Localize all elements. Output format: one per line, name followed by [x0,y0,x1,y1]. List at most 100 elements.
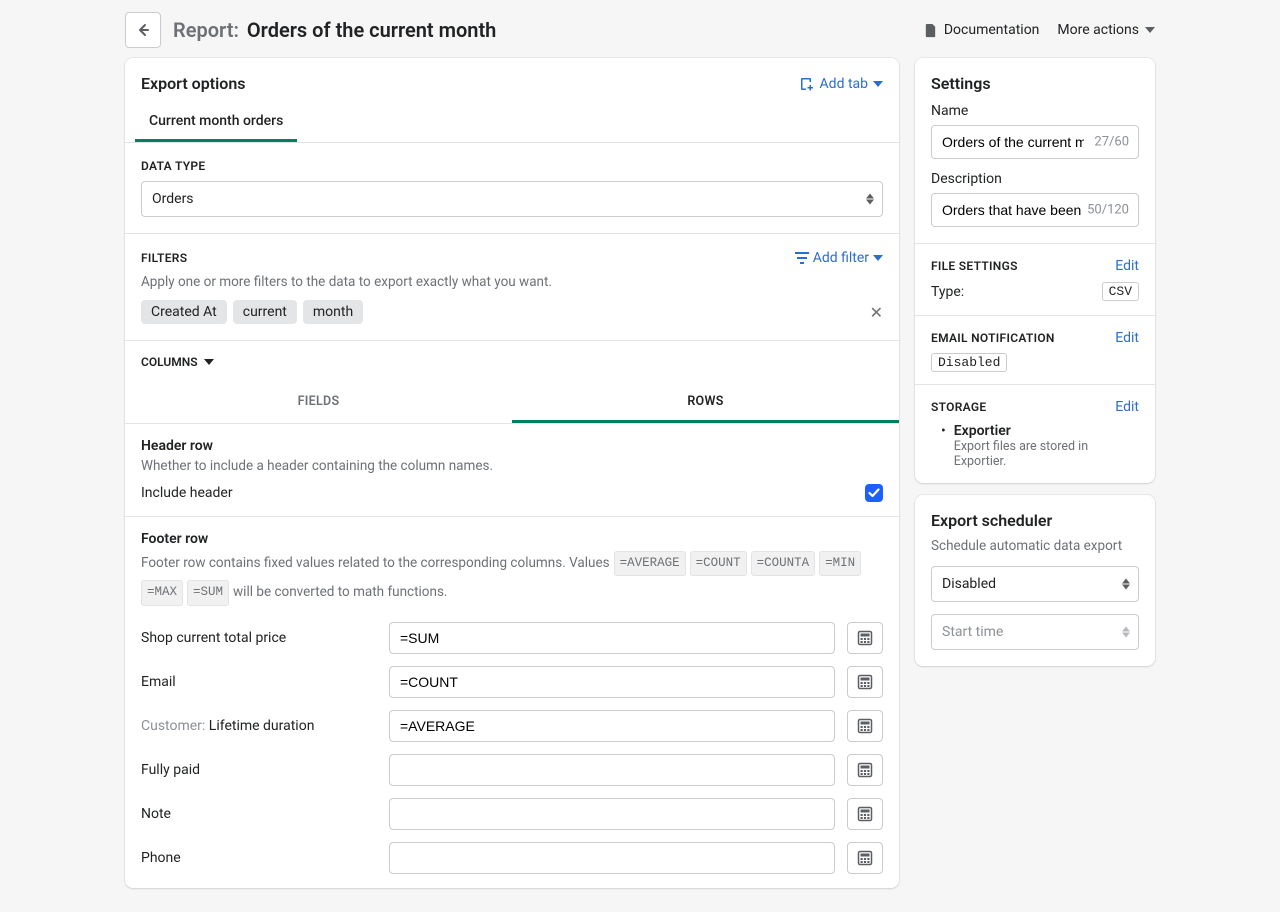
scheduler-start-placeholder: Start time [942,624,1003,640]
calculator-button[interactable] [847,798,883,830]
file-type-value: CSV [1102,282,1139,301]
footer-field-label: Email [141,674,377,690]
function-chip: =COUNTA [751,551,816,576]
scheduler-card: Export scheduler Schedule automatic data… [915,495,1155,666]
data-type-select[interactable]: Orders [141,181,883,217]
email-notification-value: Disabled [931,353,1007,372]
data-type-label: DATA TYPE [141,159,883,173]
add-tab-label: Add tab [820,76,868,92]
caret-down-icon [873,255,883,261]
export-options-card: Export options Add tab Current month ord… [125,58,899,888]
scheduler-title: Export scheduler [915,495,1155,530]
storage-desc: Export files are stored in Exportier. [954,439,1139,469]
storage-label: STORAGE [931,400,986,414]
add-tab-icon [799,76,815,92]
footer-field-label: Fully paid [141,762,377,778]
email-notification-edit[interactable]: Edit [1115,330,1139,346]
title-prefix: Report: [173,18,239,42]
remove-filter-button[interactable]: ✕ [870,303,883,322]
filter-chip[interactable]: Created At [141,300,227,324]
footer-row-title: Footer row [141,531,883,547]
calculator-button[interactable] [847,666,883,698]
footer-field-row: Fully paid [141,754,883,786]
subtab-rows[interactable]: ROWS [512,383,899,423]
check-icon [868,488,880,498]
footer-field-input[interactable] [389,842,835,874]
document-icon [923,23,938,38]
function-chip: =MAX [141,580,183,605]
footer-field-row: Email [141,666,883,698]
back-button[interactable] [125,12,161,48]
calculator-button[interactable] [847,622,883,654]
tab-current-month[interactable]: Current month orders [135,103,297,142]
settings-title: Settings [915,58,1155,93]
more-actions-button[interactable]: More actions [1057,22,1155,38]
scheduler-desc: Schedule automatic data export [915,538,1155,554]
documentation-link[interactable]: Documentation [923,22,1040,38]
add-filter-label: Add filter [813,250,869,266]
filter-icon [795,252,809,264]
footer-field-row: Customer: Lifetime duration [141,710,883,742]
select-chevron-icon [866,194,874,205]
file-settings-label: FILE SETTINGS [931,259,1018,273]
caret-down-icon [873,81,883,87]
calculator-button[interactable] [847,710,883,742]
footer-field-row: Shop current total price [141,622,883,654]
include-header-checkbox[interactable] [865,484,883,502]
storage-edit[interactable]: Edit [1115,399,1139,415]
footer-field-label: Note [141,806,377,822]
description-counter: 50/120 [1087,203,1129,218]
header-row-desc: Whether to include a header containing t… [141,458,883,474]
function-chip: =COUNT [690,551,747,576]
file-settings-edit[interactable]: Edit [1115,258,1139,274]
caret-down-icon [204,359,214,365]
select-chevron-icon [1122,627,1130,638]
filter-chip[interactable]: current [233,300,297,324]
add-filter-button[interactable]: Add filter [795,250,883,266]
add-tab-button[interactable]: Add tab [799,76,883,92]
name-counter: 27/60 [1094,135,1129,150]
data-type-value: Orders [152,191,194,207]
filter-chip[interactable]: month [303,300,363,324]
calculator-button[interactable] [847,754,883,786]
top-bar: Report: Orders of the current month Docu… [125,8,1155,58]
storage-name: Exportier [954,423,1139,439]
scheduler-start-select[interactable]: Start time [931,614,1139,650]
columns-toggle[interactable]: COLUMNS [125,340,899,383]
function-chip: =SUM [187,580,229,605]
footer-field-label: Shop current total price [141,630,377,646]
footer-field-input[interactable] [389,622,835,654]
footer-field-row: Note [141,798,883,830]
footer-field-input[interactable] [389,754,835,786]
caret-down-icon [1145,27,1155,33]
function-chip: =MIN [819,551,861,576]
footer-field-input[interactable] [389,798,835,830]
arrow-left-icon [135,22,151,38]
filters-description: Apply one or more filters to the data to… [141,274,883,290]
export-options-title: Export options [141,74,245,93]
subtab-fields[interactable]: FIELDS [125,383,512,423]
calculator-button[interactable] [847,842,883,874]
export-tabs: Current month orders [125,103,899,143]
file-type-label: Type: [931,284,964,300]
documentation-label: Documentation [944,22,1040,38]
function-chip: =AVERAGE [614,551,686,576]
columns-subtabs: FIELDS ROWS [125,383,899,424]
footer-field-label: Phone [141,850,377,866]
settings-card: Settings Name 27/60 Description 50/120 [915,58,1155,483]
footer-field-input[interactable] [389,710,835,742]
more-actions-label: More actions [1057,22,1139,38]
filters-label: FILTERS [141,251,187,265]
scheduler-status-value: Disabled [942,576,996,592]
email-notification-label: EMAIL NOTIFICATION [931,331,1055,345]
name-label: Name [931,103,1139,119]
columns-label: COLUMNS [141,355,198,369]
include-header-label: Include header [141,485,233,501]
header-row-title: Header row [141,438,883,454]
description-label: Description [931,171,1139,187]
page-title: Orders of the current month [247,18,496,42]
footer-field-row: Phone [141,842,883,874]
scheduler-status-select[interactable]: Disabled [931,566,1139,602]
footer-field-input[interactable] [389,666,835,698]
select-chevron-icon [1122,579,1130,590]
